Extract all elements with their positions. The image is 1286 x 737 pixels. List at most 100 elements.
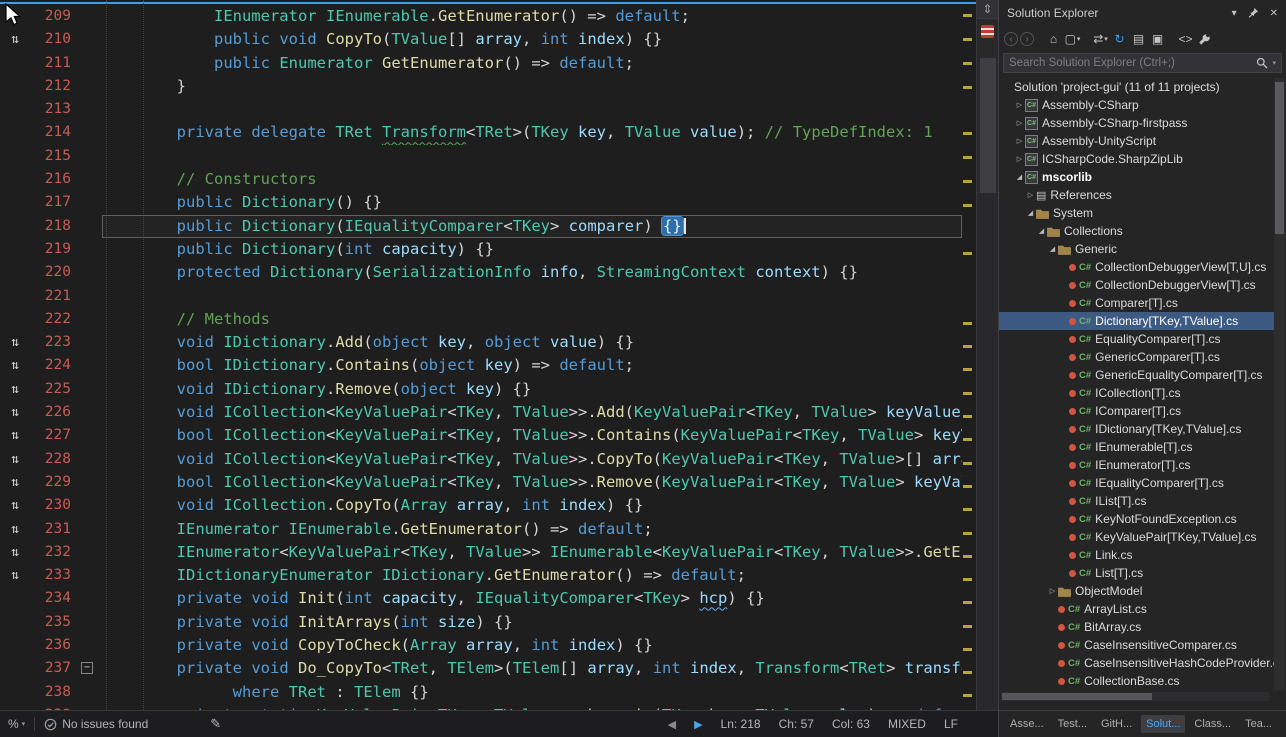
expander-closed-icon[interactable]: ▷ — [1014, 155, 1025, 163]
tool-window-tab[interactable]: Tea... — [1240, 715, 1277, 733]
chevron-down-icon[interactable]: ▾ — [1272, 59, 1276, 67]
back-button[interactable]: ‹ — [1004, 32, 1018, 46]
tree-item[interactable]: C#BitArray.cs — [999, 618, 1275, 636]
fold-margin[interactable] — [76, 52, 102, 75]
implements-glyph-margin[interactable] — [0, 98, 30, 121]
fold-margin[interactable]: − — [76, 657, 102, 680]
code-text[interactable]: private void Init(int capacity, IEqualit… — [102, 587, 962, 610]
close-button[interactable]: ✕ — [1270, 8, 1278, 19]
code-text[interactable] — [102, 98, 962, 121]
encoding-indicator[interactable]: MIXED — [888, 717, 926, 731]
chevron-down-icon[interactable]: ▾ — [1077, 35, 1081, 43]
code-text[interactable]: bool ICollection<KeyValuePair<TKey, TVal… — [102, 424, 962, 447]
fold-collapse-button[interactable]: − — [81, 662, 93, 674]
tree-item[interactable]: C#ICollection[T].cs — [999, 384, 1275, 402]
code-text[interactable]: private void CopyToCheck(Array array, in… — [102, 634, 962, 657]
tree-item[interactable]: C#ArrayList.cs — [999, 600, 1275, 618]
code-text[interactable]: public Dictionary(int capacity) {} — [102, 238, 962, 261]
implements-glyph-margin[interactable] — [0, 261, 30, 284]
editor-pane[interactable]: 209 IEnumerator IEnumerable.GetEnumerato… — [0, 0, 998, 710]
tree-item[interactable]: ▷C#Assembly-CSharp — [999, 96, 1275, 114]
line-number[interactable]: 224 — [30, 354, 76, 377]
scrollbar-thumb[interactable] — [1275, 82, 1284, 234]
fold-margin[interactable] — [76, 168, 102, 191]
line-number[interactable]: 209 — [30, 5, 76, 28]
tree-item[interactable]: C#IDictionary[TKey,TValue].cs — [999, 420, 1275, 438]
tree-item[interactable]: ▷▤References — [999, 186, 1275, 204]
switch-views-button[interactable]: ▢▾ — [1064, 31, 1081, 48]
implements-glyph-margin[interactable]: ⇅ — [0, 541, 30, 564]
implements-glyph-margin[interactable]: ⇅ — [0, 378, 30, 401]
code-text[interactable]: void ICollection<KeyValuePair<TKey, TVal… — [102, 448, 962, 471]
line-number[interactable]: 234 — [30, 587, 76, 610]
line-number[interactable]: 218 — [30, 215, 76, 238]
implements-glyph-margin[interactable]: ⇅ — [0, 331, 30, 354]
code-text[interactable]: bool IDictionary.Contains(object key) =>… — [102, 354, 962, 377]
implements-glyph-margin[interactable] — [0, 238, 30, 261]
tool-window-tab-active[interactable]: Solut... — [1141, 715, 1185, 733]
line-number[interactable]: 220 — [30, 261, 76, 284]
implements-glyph-margin[interactable] — [0, 587, 30, 610]
code-text[interactable] — [102, 285, 962, 308]
tree-item[interactable]: C#Link.cs — [999, 546, 1275, 564]
implements-glyph-margin[interactable] — [0, 657, 30, 680]
nav-back-button[interactable]: ◀ — [668, 718, 676, 731]
line-number[interactable]: 233 — [30, 564, 76, 587]
code-text[interactable]: } — [102, 75, 962, 98]
code-text[interactable]: private void Do_CopyTo<TRet, TElem>(TEle… — [102, 657, 962, 680]
split-editor-grip[interactable]: ⇕ — [977, 0, 998, 19]
line-number[interactable]: 223 — [30, 331, 76, 354]
fold-margin[interactable] — [76, 471, 102, 494]
tree-item[interactable]: C#CollectionBase.cs — [999, 672, 1275, 690]
tree-horizontal-scrollbar[interactable] — [1001, 692, 1269, 701]
code-text[interactable]: private void InitArrays(int size) {} — [102, 611, 962, 634]
code-text[interactable]: // Constructors — [102, 168, 962, 191]
tree-item[interactable]: ▷C#ICSharpCode.SharpZipLib — [999, 150, 1275, 168]
implements-glyph-margin[interactable]: ⇅ — [0, 518, 30, 541]
code-text[interactable]: where TRet : TElem {} — [102, 681, 962, 704]
tree-item[interactable]: C#IEqualityComparer[T].cs — [999, 474, 1275, 492]
home-button[interactable]: ⌂ — [1045, 31, 1062, 48]
char-indicator[interactable]: Ch: 57 — [779, 717, 814, 731]
tree-item[interactable]: C#IEnumerable[T].cs — [999, 438, 1275, 456]
solution-explorer-titlebar[interactable]: Solution Explorer ▾✕ — [999, 0, 1286, 26]
tree-item[interactable]: C#CollectionDebuggerView[T,U].cs — [999, 258, 1275, 276]
fold-margin[interactable] — [76, 98, 102, 121]
code-text[interactable]: void IDictionary.Remove(object key) {} — [102, 378, 962, 401]
line-number[interactable]: 231 — [30, 518, 76, 541]
chevron-down-icon[interactable]: ▾ — [1104, 35, 1108, 43]
eol-indicator[interactable]: LF — [944, 717, 958, 731]
code-text[interactable]: public Dictionary() {} — [102, 191, 962, 214]
fold-margin[interactable] — [76, 191, 102, 214]
implements-glyph-margin[interactable] — [0, 191, 30, 214]
fold-margin[interactable] — [76, 28, 102, 51]
expander-open-icon[interactable]: ◢ — [1025, 209, 1036, 217]
code-text[interactable]: void ICollection<KeyValuePair<TKey, TVal… — [102, 401, 962, 424]
implements-glyph-margin[interactable] — [0, 215, 30, 238]
collapse-all-button[interactable]: ▤ — [1130, 31, 1147, 48]
column-indicator[interactable]: Col: 63 — [832, 717, 870, 731]
fold-margin[interactable] — [76, 401, 102, 424]
line-number[interactable]: 215 — [30, 145, 76, 168]
expander-closed-icon[interactable]: ▷ — [1025, 191, 1036, 199]
code-text[interactable]: protected Dictionary(SerializationInfo i… — [102, 261, 962, 284]
search-icon[interactable] — [1256, 57, 1268, 69]
line-number[interactable]: 216 — [30, 168, 76, 191]
code-text[interactable]: IDictionaryEnumerator IDictionary.GetEnu… — [102, 564, 962, 587]
line-number[interactable]: 236 — [30, 634, 76, 657]
pin-button-icon[interactable] — [1248, 7, 1259, 19]
tree-item[interactable]: C#CaseInsensitiveComparer.cs — [999, 636, 1275, 654]
fold-margin[interactable] — [76, 354, 102, 377]
line-number[interactable]: 214 — [30, 121, 76, 144]
fold-margin[interactable] — [76, 448, 102, 471]
implements-glyph-margin[interactable] — [0, 121, 30, 144]
implements-glyph-margin[interactable] — [0, 308, 30, 331]
tree-item[interactable]: ◢System — [999, 204, 1275, 222]
expander-closed-icon[interactable]: ▷ — [1014, 137, 1025, 145]
line-number[interactable]: 222 — [30, 308, 76, 331]
window-position-button[interactable]: ▾ — [1232, 8, 1237, 19]
implements-glyph-margin[interactable] — [0, 52, 30, 75]
fold-margin[interactable] — [76, 261, 102, 284]
forward-button[interactable]: › — [1020, 32, 1034, 46]
line-number[interactable]: 228 — [30, 448, 76, 471]
